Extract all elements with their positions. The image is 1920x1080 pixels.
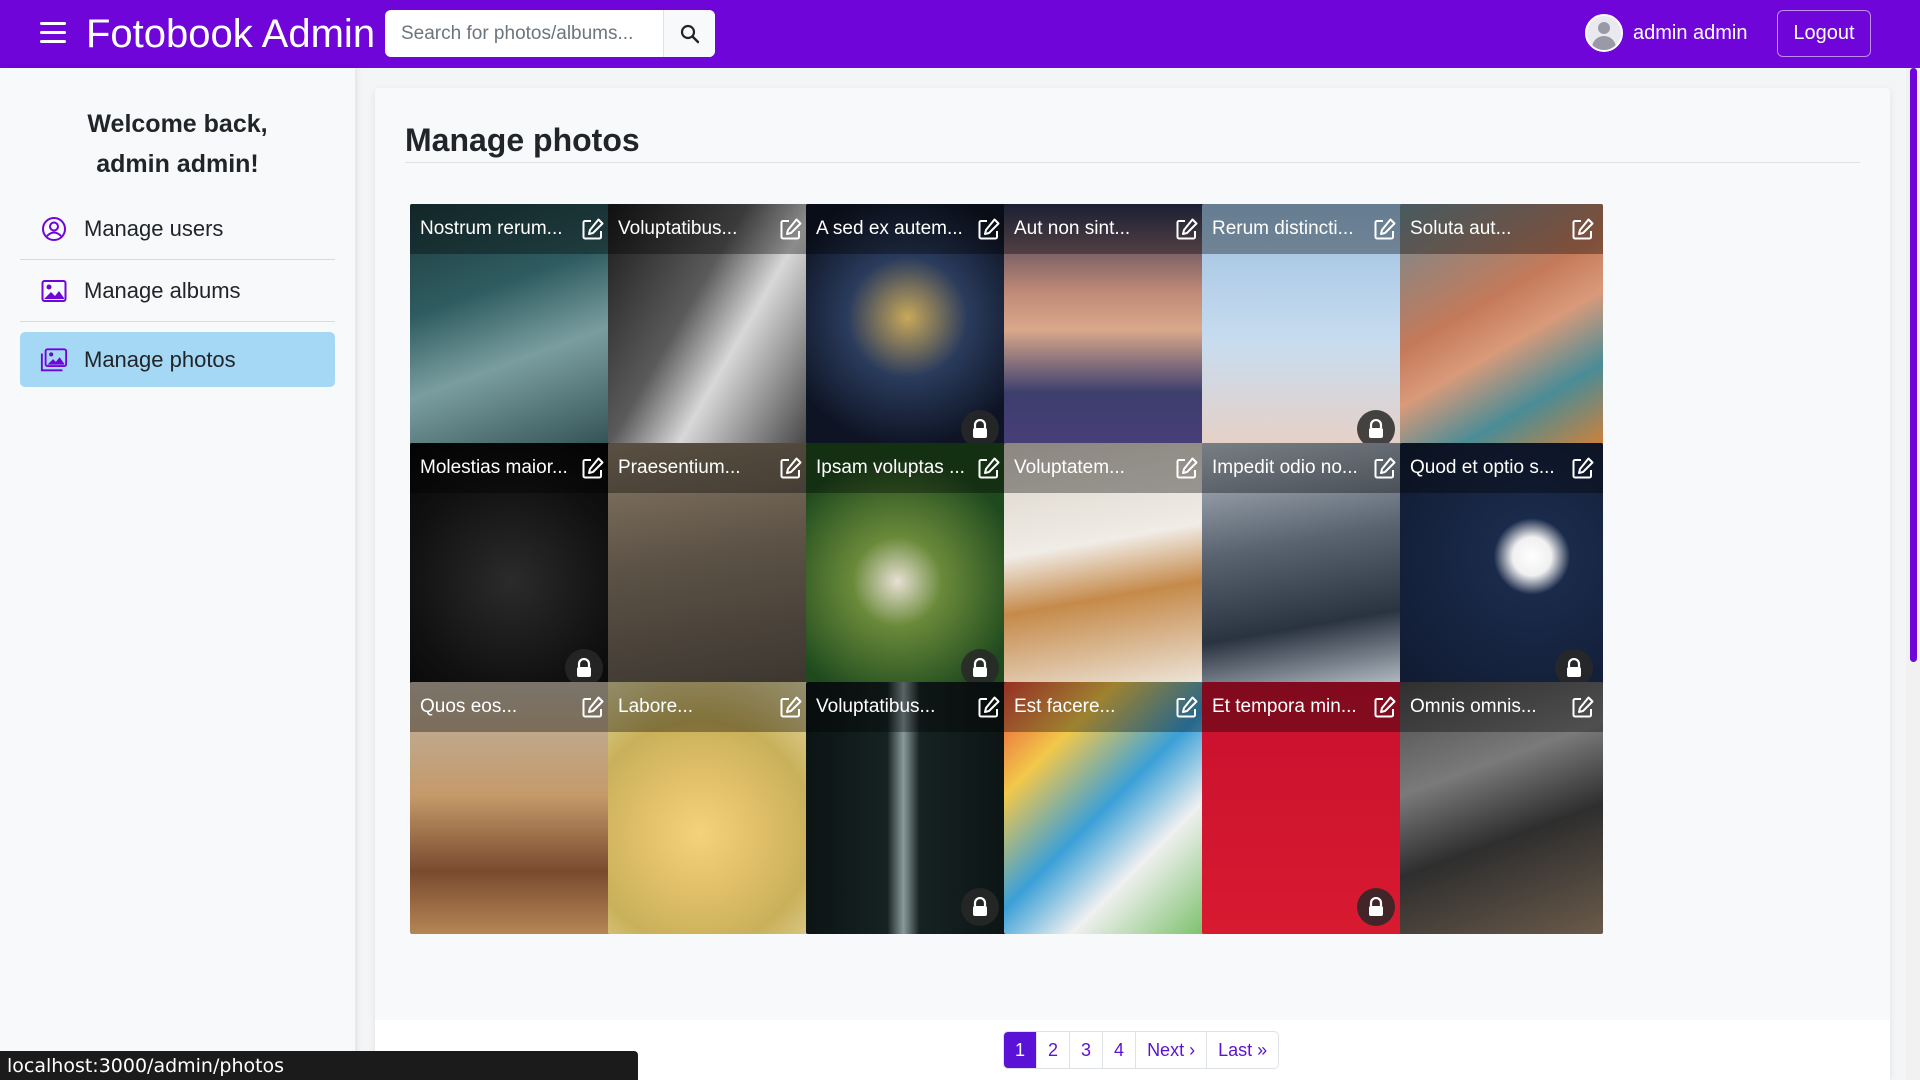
sidebar-item-label: Manage users bbox=[84, 215, 224, 241]
photo-card[interactable]: Nostrum rerum... bbox=[410, 204, 613, 456]
photo-caption: Rerum distincti... bbox=[1212, 218, 1354, 239]
page-3-button[interactable]: 3 bbox=[1069, 1032, 1102, 1068]
edit-icon[interactable] bbox=[779, 217, 803, 241]
search-input[interactable] bbox=[385, 10, 663, 57]
photo-caption: Et tempora min... bbox=[1212, 696, 1357, 717]
brand-title[interactable]: Fotobook Admin bbox=[86, 12, 375, 56]
edit-icon[interactable] bbox=[977, 217, 1001, 241]
search-bar bbox=[385, 10, 715, 57]
edit-icon[interactable] bbox=[581, 456, 605, 480]
photo-card[interactable]: Ipsam voluptas ... bbox=[806, 443, 1009, 695]
sidebar-item-users[interactable]: Manage users bbox=[20, 198, 335, 260]
lock-icon bbox=[961, 888, 999, 926]
photo-caption: Nostrum rerum... bbox=[420, 218, 563, 239]
photo-caption: A sed ex autem... bbox=[816, 218, 963, 239]
photo-card[interactable]: Praesentium... bbox=[608, 443, 811, 695]
next-page-button[interactable]: Next › bbox=[1135, 1032, 1206, 1068]
photo-card[interactable]: Quod et optio s... bbox=[1400, 443, 1603, 695]
photo-caption: Quos eos... bbox=[420, 696, 518, 717]
photo-caption: Voluptatibus... bbox=[816, 696, 936, 717]
sidebar-nav: Manage users Manage albums Manage photos bbox=[0, 198, 355, 387]
photo-card[interactable]: Omnis omnis... bbox=[1400, 682, 1603, 934]
edit-icon[interactable] bbox=[1571, 217, 1595, 241]
welcome-line-1: Welcome back, bbox=[87, 110, 268, 138]
sidebar-item-label: Manage photos bbox=[84, 346, 236, 372]
photo-caption: Impedit odio no... bbox=[1212, 457, 1358, 478]
sidebar-item-albums[interactable]: Manage albums bbox=[20, 260, 335, 322]
photo-caption: Omnis omnis... bbox=[1410, 696, 1537, 717]
photo-caption: Quod et optio s... bbox=[1410, 457, 1555, 478]
image-icon bbox=[40, 277, 68, 305]
scrollbar-thumb[interactable] bbox=[1910, 68, 1917, 662]
images-icon bbox=[40, 346, 68, 374]
edit-icon[interactable] bbox=[1175, 695, 1199, 719]
search-button[interactable] bbox=[663, 10, 715, 57]
edit-icon[interactable] bbox=[1571, 456, 1595, 480]
pagination: 1 2 3 4 Next › Last » bbox=[1003, 1031, 1280, 1069]
photo-caption: Aut non sint... bbox=[1014, 218, 1131, 239]
sidebar-item-label: Manage albums bbox=[84, 277, 241, 303]
photo-caption: Praesentium... bbox=[618, 457, 741, 478]
photo-caption: Soluta aut... bbox=[1410, 218, 1512, 239]
user-name: admin admin bbox=[1633, 21, 1748, 44]
photo-card[interactable]: Voluptatibus... bbox=[608, 204, 811, 456]
page-2-button[interactable]: 2 bbox=[1036, 1032, 1069, 1068]
photo-card[interactable]: Quos eos... bbox=[410, 682, 613, 934]
edit-icon[interactable] bbox=[581, 695, 605, 719]
photo-card[interactable]: Voluptatibus... bbox=[806, 682, 1009, 934]
welcome-line-2: admin admin! bbox=[96, 150, 259, 178]
top-navbar: Fotobook Admin admin admin Logout bbox=[0, 0, 1920, 68]
photo-caption: Voluptatibus... bbox=[618, 218, 738, 239]
edit-icon[interactable] bbox=[1571, 695, 1595, 719]
avatar bbox=[1585, 14, 1623, 52]
status-bar-url: localhost:3000/admin/photos bbox=[0, 1051, 638, 1080]
page-1-button[interactable]: 1 bbox=[1004, 1032, 1037, 1068]
edit-icon[interactable] bbox=[1373, 695, 1397, 719]
photo-card[interactable]: Aut non sint... bbox=[1004, 204, 1207, 456]
edit-icon[interactable] bbox=[1175, 456, 1199, 480]
photo-card[interactable]: A sed ex autem... bbox=[806, 204, 1009, 456]
edit-icon[interactable] bbox=[977, 695, 1001, 719]
edit-icon[interactable] bbox=[1373, 217, 1397, 241]
sidebar-item-photos[interactable]: Manage photos bbox=[20, 332, 335, 387]
edit-icon[interactable] bbox=[977, 456, 1001, 480]
photo-caption: Labore... bbox=[618, 696, 693, 717]
photo-card[interactable]: Impedit odio no... bbox=[1202, 443, 1405, 695]
edit-icon[interactable] bbox=[581, 217, 605, 241]
main-content: Manage photos Nostrum rerum... Voluptatib… bbox=[375, 88, 1890, 1080]
photo-card[interactable]: Et tempora min... bbox=[1202, 682, 1405, 934]
photo-caption: Ipsam voluptas ... bbox=[816, 457, 965, 478]
photo-caption: Est facere... bbox=[1014, 696, 1116, 717]
edit-icon[interactable] bbox=[779, 695, 803, 719]
last-page-button[interactable]: Last » bbox=[1206, 1032, 1278, 1068]
user-circle-icon bbox=[40, 215, 68, 243]
photo-caption: Voluptatem... bbox=[1014, 457, 1125, 478]
sidebar: Welcome back, admin admin! Manage users bbox=[0, 68, 355, 1080]
photo-card[interactable]: Labore... bbox=[608, 682, 811, 934]
edit-icon[interactable] bbox=[779, 456, 803, 480]
photo-card[interactable]: Molestias maior... bbox=[410, 443, 613, 695]
photo-card[interactable]: Soluta aut... bbox=[1400, 204, 1603, 456]
page-4-button[interactable]: 4 bbox=[1102, 1032, 1135, 1068]
lock-icon bbox=[1357, 888, 1395, 926]
photo-caption: Molestias maior... bbox=[420, 457, 568, 478]
user-menu[interactable]: admin admin bbox=[1585, 14, 1748, 52]
hamburger-menu-icon[interactable] bbox=[40, 22, 66, 44]
search-icon bbox=[680, 24, 699, 43]
welcome-message: Welcome back, admin admin! bbox=[0, 104, 355, 184]
photo-card[interactable]: Voluptatem... bbox=[1004, 443, 1207, 695]
photo-card[interactable]: Rerum distincti... bbox=[1202, 204, 1405, 456]
logout-button[interactable]: Logout bbox=[1777, 10, 1871, 57]
page-title: Manage photos bbox=[405, 122, 640, 158]
edit-icon[interactable] bbox=[1373, 456, 1397, 480]
divider bbox=[405, 162, 1860, 163]
photo-card[interactable]: Est facere... bbox=[1004, 682, 1207, 934]
edit-icon[interactable] bbox=[1175, 217, 1199, 241]
